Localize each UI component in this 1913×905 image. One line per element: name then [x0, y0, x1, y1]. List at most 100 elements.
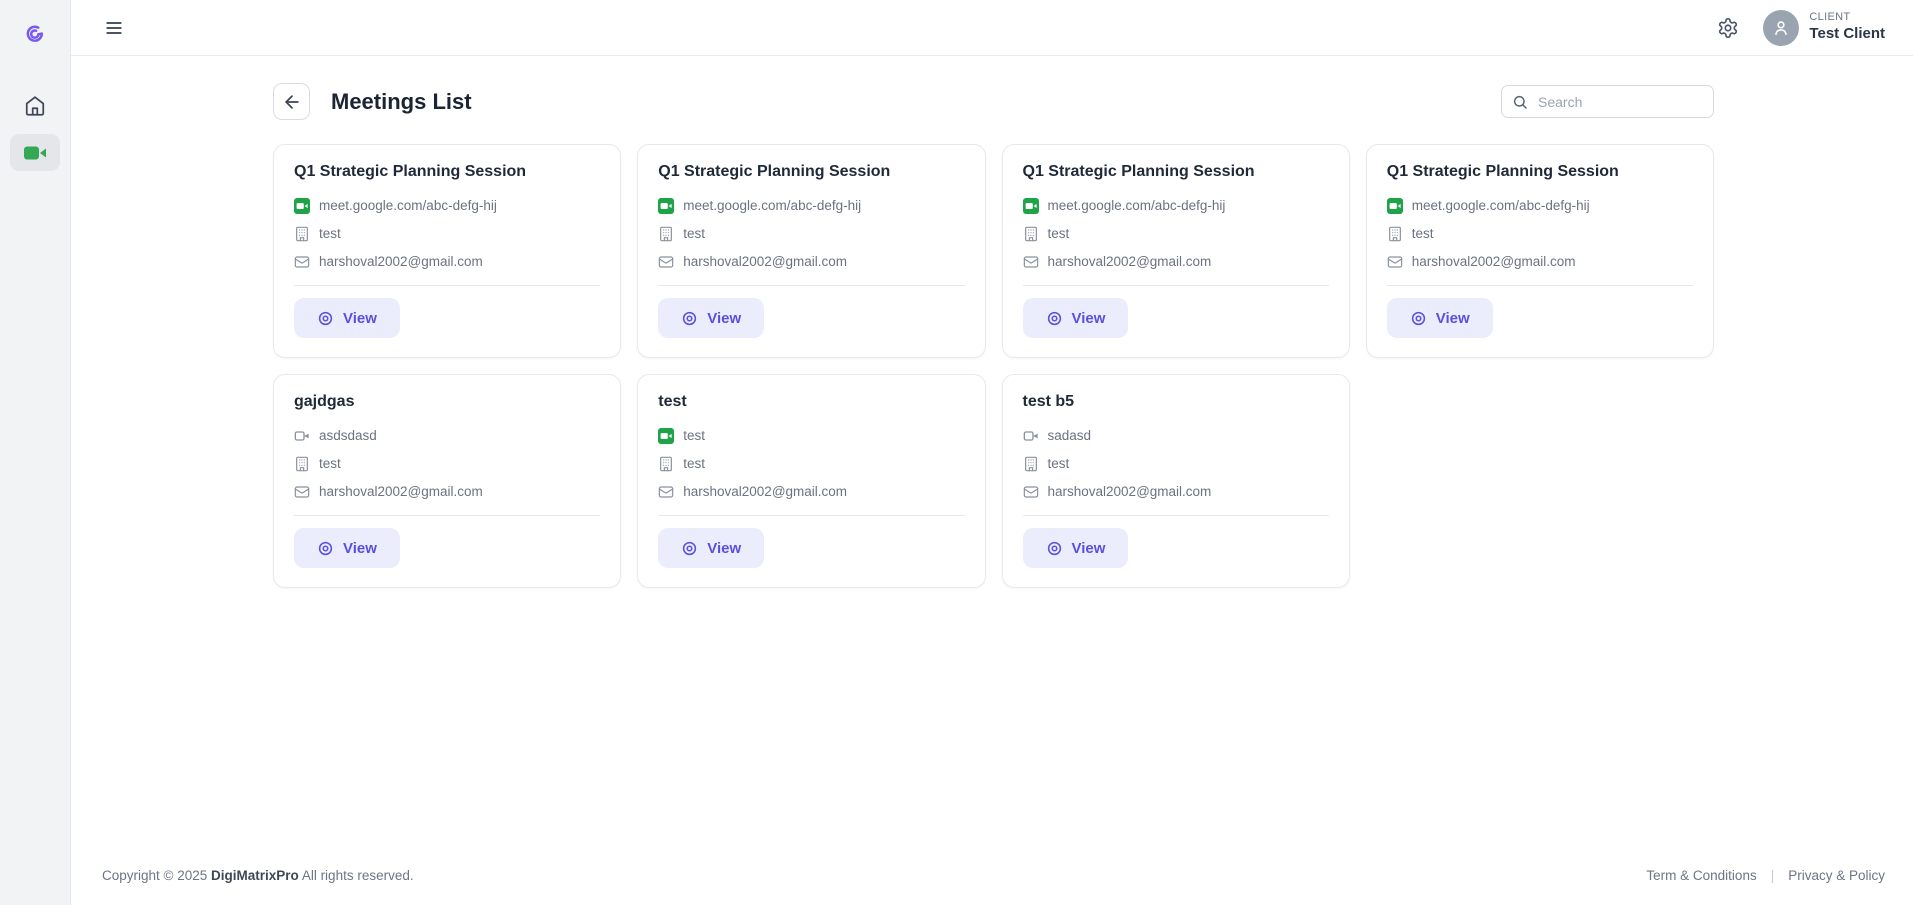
- view-button-label: View: [707, 540, 741, 557]
- meeting-link-row: test: [658, 426, 964, 445]
- meeting-link-row: asdsdasd: [294, 426, 600, 445]
- meeting-link-row: meet.google.com/abc-defg-hij: [1387, 196, 1693, 215]
- meeting-email-row: harshoval2002@gmail.com: [658, 252, 964, 271]
- view-button-label: View: [343, 540, 377, 557]
- user-role: CLIENT: [1809, 11, 1885, 25]
- meeting-card: Q1 Strategic Planning Session meet.googl…: [1366, 144, 1714, 358]
- mail-icon: [1023, 254, 1039, 270]
- meeting-link-text: asdsdasd: [319, 426, 377, 445]
- card-divider: [294, 285, 600, 286]
- meeting-link-row: meet.google.com/abc-defg-hij: [1023, 196, 1329, 215]
- building-icon: [294, 456, 310, 472]
- footer: Copyright © 2025 DigiMatrixPro All right…: [71, 855, 1913, 905]
- meeting-organization-row: test: [658, 224, 964, 243]
- sidebar-item-meetings[interactable]: [10, 134, 60, 171]
- meeting-email-text: harshoval2002@gmail.com: [319, 482, 483, 501]
- meeting-link-row: meet.google.com/abc-defg-hij: [294, 196, 600, 215]
- copyright-prefix: Copyright © 2025: [102, 868, 207, 883]
- card-divider: [1023, 285, 1329, 286]
- video-camera-icon: [23, 144, 47, 162]
- sidebar: [0, 0, 71, 905]
- meeting-link-text: meet.google.com/abc-defg-hij: [1048, 196, 1226, 215]
- terms-link[interactable]: Term & Conditions: [1646, 868, 1756, 883]
- meeting-email-row: harshoval2002@gmail.com: [1023, 482, 1329, 501]
- privacy-link[interactable]: Privacy & Policy: [1788, 868, 1885, 883]
- mail-icon: [294, 484, 310, 500]
- copyright-suffix: All rights reserved.: [302, 868, 414, 883]
- meeting-title: test b5: [1023, 393, 1329, 411]
- meeting-organization-text: test: [319, 454, 341, 473]
- meeting-card: Q1 Strategic Planning Session meet.googl…: [1002, 144, 1350, 358]
- page-header: Meetings List: [273, 83, 1714, 120]
- eye-icon: [1410, 310, 1427, 327]
- meeting-email-text: harshoval2002@gmail.com: [1048, 252, 1212, 271]
- footer-links-separator: |: [1771, 868, 1775, 883]
- eye-icon: [317, 310, 334, 327]
- meeting-organization-row: test: [294, 224, 600, 243]
- meet-video-icon: [1387, 198, 1403, 214]
- view-button-label: View: [1072, 310, 1106, 327]
- meet-video-icon: [658, 198, 674, 214]
- meeting-email-row: harshoval2002@gmail.com: [658, 482, 964, 501]
- view-button[interactable]: View: [1023, 298, 1129, 338]
- view-button[interactable]: View: [1023, 528, 1129, 568]
- meeting-organization-text: test: [683, 224, 705, 243]
- mail-icon: [658, 254, 674, 270]
- meeting-link-row: sadasd: [1023, 426, 1329, 445]
- meeting-link-text: test: [683, 426, 705, 445]
- user-text: CLIENT Test Client: [1809, 11, 1885, 44]
- meet-video-icon: [658, 428, 674, 444]
- meeting-organization-row: test: [658, 454, 964, 473]
- home-icon: [24, 95, 46, 117]
- mail-icon: [1023, 484, 1039, 500]
- back-button[interactable]: [273, 83, 310, 120]
- meeting-title: Q1 Strategic Planning Session: [1023, 163, 1329, 181]
- hamburger-menu-icon[interactable]: [100, 14, 128, 42]
- building-icon: [1387, 226, 1403, 242]
- meeting-email-row: harshoval2002@gmail.com: [1387, 252, 1693, 271]
- view-button[interactable]: View: [658, 298, 764, 338]
- user-menu[interactable]: CLIENT Test Client: [1763, 10, 1885, 46]
- search-input[interactable]: [1536, 93, 1703, 111]
- meeting-email-text: harshoval2002@gmail.com: [683, 482, 847, 501]
- meeting-card: Q1 Strategic Planning Session meet.googl…: [637, 144, 985, 358]
- digimatrixpro-swirl-logo: [23, 22, 47, 46]
- eye-icon: [317, 540, 334, 557]
- sidebar-item-home[interactable]: [13, 86, 57, 126]
- copyright-text: Copyright © 2025 DigiMatrixPro All right…: [102, 868, 414, 883]
- arrow-left-icon: [282, 92, 302, 112]
- view-button-label: View: [1072, 540, 1106, 557]
- topbar: CLIENT Test Client: [71, 0, 1913, 56]
- view-button-label: View: [343, 310, 377, 327]
- view-button[interactable]: View: [294, 528, 400, 568]
- meeting-email-row: harshoval2002@gmail.com: [294, 482, 600, 501]
- meeting-title: Q1 Strategic Planning Session: [1387, 163, 1693, 181]
- meeting-organization-text: test: [683, 454, 705, 473]
- meeting-title: test: [658, 393, 964, 411]
- view-button[interactable]: View: [658, 528, 764, 568]
- user-avatar-icon: [1763, 10, 1799, 46]
- meet-video-icon: [294, 198, 310, 214]
- meeting-link-text: meet.google.com/abc-defg-hij: [319, 196, 497, 215]
- gear-icon[interactable]: [1715, 15, 1741, 41]
- meeting-organization-text: test: [1048, 224, 1070, 243]
- eye-icon: [681, 310, 698, 327]
- meeting-organization-text: test: [1048, 454, 1070, 473]
- sidebar-nav: [10, 86, 60, 171]
- meeting-email-text: harshoval2002@gmail.com: [319, 252, 483, 271]
- building-icon: [658, 456, 674, 472]
- meeting-email-text: harshoval2002@gmail.com: [1048, 482, 1212, 501]
- view-button[interactable]: View: [294, 298, 400, 338]
- view-button-label: View: [707, 310, 741, 327]
- topbar-right: CLIENT Test Client: [1715, 10, 1885, 46]
- footer-links: Term & Conditions | Privacy & Policy: [1646, 868, 1885, 883]
- eye-icon: [1046, 540, 1063, 557]
- mail-icon: [294, 254, 310, 270]
- building-icon: [658, 226, 674, 242]
- meeting-card: test b5 sadasd test: [1002, 374, 1350, 588]
- page-title: Meetings List: [331, 89, 472, 115]
- meeting-card: gajdgas asdsdasd test: [273, 374, 621, 588]
- meeting-card: test test test: [637, 374, 985, 588]
- meeting-email-text: harshoval2002@gmail.com: [683, 252, 847, 271]
- view-button[interactable]: View: [1387, 298, 1493, 338]
